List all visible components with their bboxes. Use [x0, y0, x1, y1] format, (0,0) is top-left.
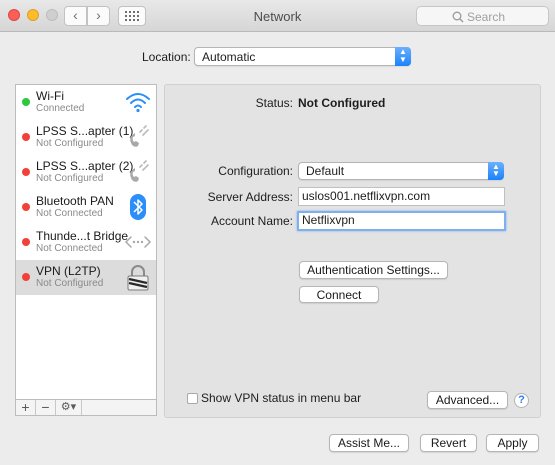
service-name: Thunde...t Bridge — [36, 229, 129, 243]
status-label: Status: — [255, 96, 293, 110]
server-address-field[interactable]: uslos001.netflixvpn.com — [298, 187, 505, 206]
status-dot — [22, 98, 30, 106]
help-icon[interactable]: ? — [514, 393, 529, 408]
status-value: Not Configured — [298, 96, 386, 110]
account-name-field[interactable]: Netflixvpn — [297, 211, 506, 231]
service-status: Not Configured — [36, 138, 104, 149]
service-name: LPSS S...apter (2) — [36, 159, 134, 173]
phone-link-icon — [130, 125, 149, 147]
status-dot — [22, 168, 30, 176]
authentication-settings-button[interactable]: Authentication Settings... — [299, 261, 448, 279]
remove-service-button[interactable]: − — [36, 400, 56, 415]
bluetooth-icon — [130, 194, 146, 220]
advanced-button[interactable]: Advanced... — [427, 391, 508, 409]
service-list: Wi-Fi Connected LPSS S...apter (1) Not C… — [15, 84, 157, 400]
revert-button[interactable]: Revert — [420, 434, 477, 452]
service-name: Wi-Fi — [36, 89, 64, 103]
service-name: Bluetooth PAN — [36, 194, 114, 208]
service-item-wifi[interactable]: Wi-Fi Connected — [16, 85, 156, 120]
phone-link-icon — [130, 160, 149, 182]
location-value: Automatic — [202, 50, 256, 64]
service-status: Not Configured — [36, 173, 104, 184]
service-item-lpss-2[interactable]: LPSS S...apter (2) Not Configured — [16, 155, 156, 190]
chevron-updown-icon: ▲ ▼ — [488, 162, 504, 180]
configuration-select[interactable]: Default ▲ ▼ — [298, 162, 504, 180]
show-vpn-status-checkbox[interactable] — [187, 393, 198, 404]
status-dot — [22, 203, 30, 211]
apply-button[interactable]: Apply — [486, 434, 539, 452]
service-item-vpn-l2tp[interactable]: VPN (L2TP) Not Configured — [16, 260, 156, 295]
gear-icon[interactable]: ⚙▾ — [56, 400, 82, 415]
show-vpn-status-label[interactable]: Show VPN status in menu bar — [201, 391, 361, 405]
configuration-value: Default — [306, 164, 345, 178]
status-dot — [22, 133, 30, 141]
status-dot — [22, 238, 30, 246]
assist-me-button[interactable]: Assist Me... — [329, 434, 409, 452]
vpn-detail-panel — [164, 84, 541, 418]
location-label: Location: — [142, 50, 191, 64]
service-item-thunderbolt-bridge[interactable]: Thunde...t Bridge Not Connected — [16, 225, 156, 260]
wifi-icon — [126, 93, 150, 113]
vpn-lock-icon — [127, 265, 149, 291]
search-icon — [452, 11, 464, 23]
service-status: Not Connected — [36, 243, 103, 254]
add-service-button[interactable]: + — [16, 400, 36, 415]
service-status: Not Configured — [36, 278, 104, 289]
thunderbolt-bridge-icon — [124, 236, 152, 248]
service-item-lpss-1[interactable]: LPSS S...apter (1) Not Configured — [16, 120, 156, 155]
title-bar: ‹ › Network Search — [0, 0, 555, 32]
account-name-label: Account Name: — [210, 214, 293, 228]
search-placeholder: Search — [467, 10, 506, 24]
service-item-bluetooth-pan[interactable]: Bluetooth PAN Not Connected — [16, 190, 156, 225]
chevron-updown-icon: ▲ ▼ — [395, 47, 411, 66]
service-name: LPSS S...apter (1) — [36, 124, 134, 138]
location-select[interactable]: Automatic ▲ ▼ — [194, 47, 411, 66]
configuration-label: Configuration: — [218, 164, 293, 178]
service-status: Not Connected — [36, 208, 103, 219]
status-dot — [22, 273, 30, 281]
service-list-footer: + − ⚙▾ — [15, 400, 157, 416]
service-status: Connected — [36, 103, 85, 114]
search-field[interactable]: Search — [416, 6, 549, 26]
server-address-label: Server Address: — [207, 190, 293, 204]
connect-button[interactable]: Connect — [299, 286, 379, 303]
service-name: VPN (L2TP) — [36, 264, 101, 278]
